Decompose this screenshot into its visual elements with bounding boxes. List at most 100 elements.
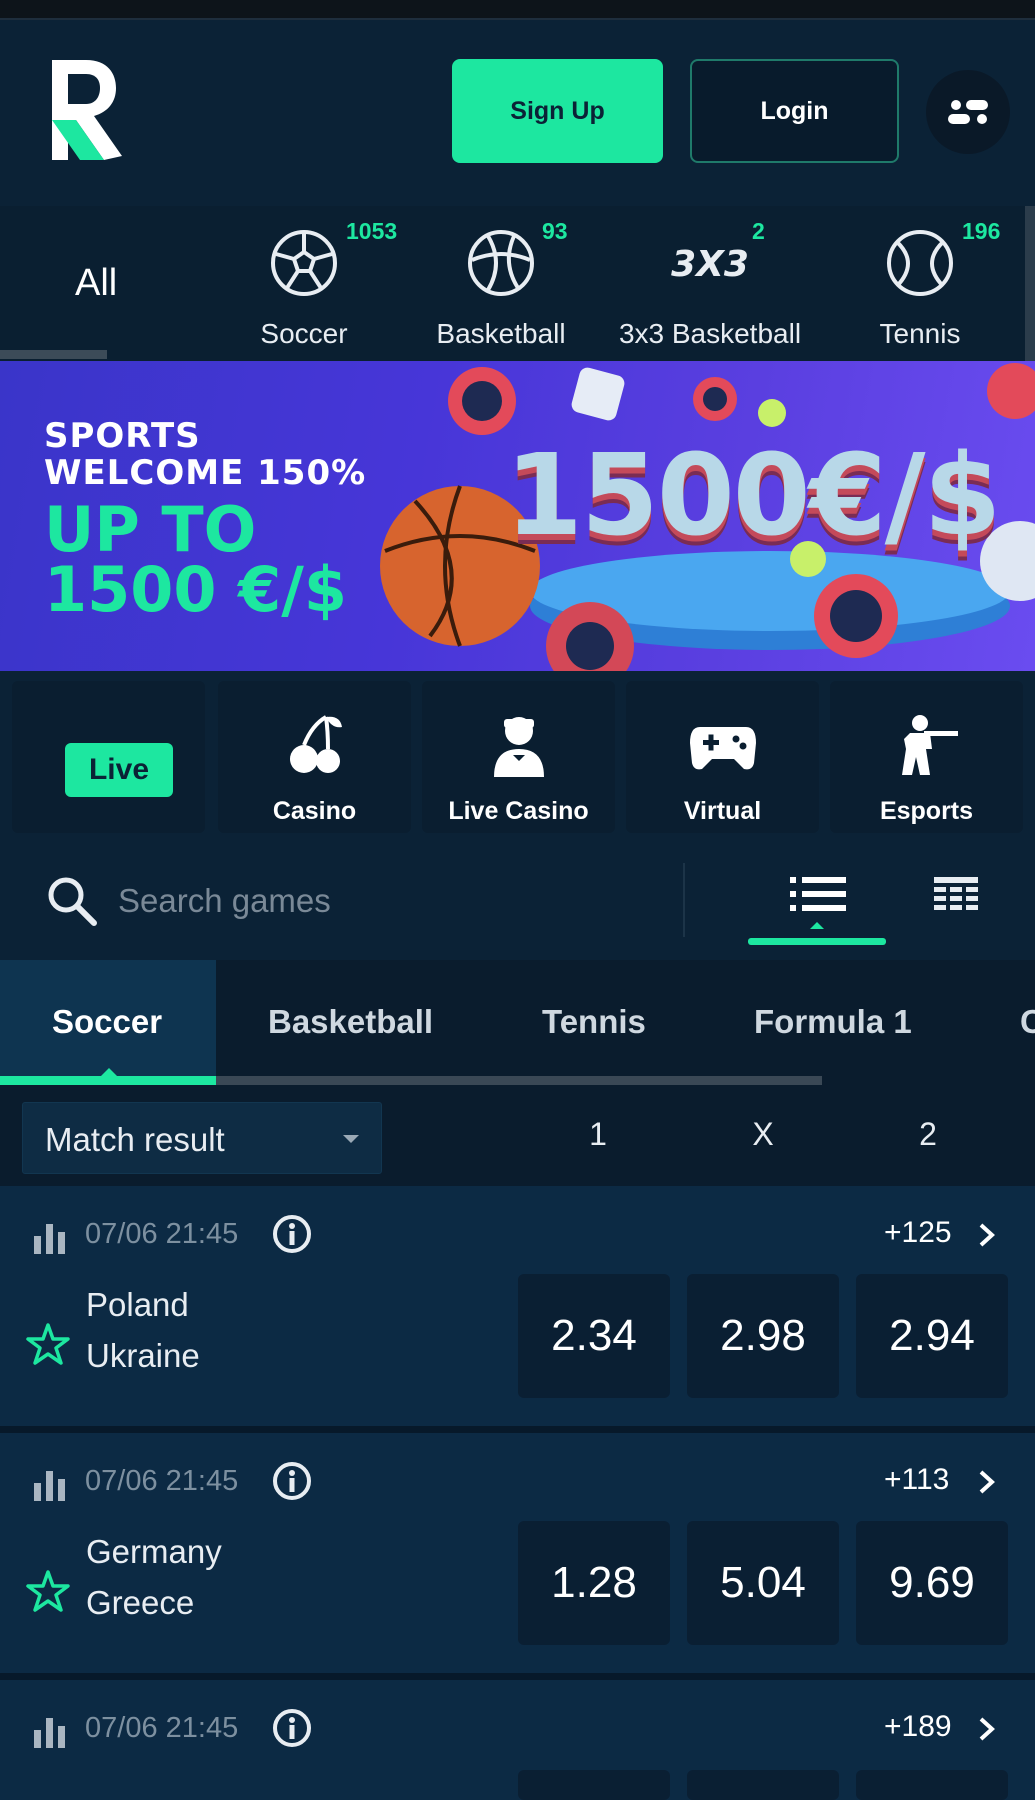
tab-partial[interactable]: C	[1020, 960, 1035, 1076]
sports-nav-soccer-count: 1053	[346, 218, 398, 244]
stats-icon[interactable]	[33, 1714, 67, 1748]
category-live[interactable]: Live	[12, 681, 205, 833]
category-live-casino[interactable]: Live Casino	[422, 681, 615, 833]
info-icon[interactable]	[272, 1461, 312, 1501]
search-input[interactable]	[118, 869, 678, 933]
banner-offer-2: 1500 €/$	[44, 553, 348, 626]
category-esports[interactable]: Esports	[830, 681, 1023, 833]
category-live-casino-label: Live Casino	[448, 797, 589, 825]
sports-nav-basketball[interactable]: 93 Basketball	[418, 206, 584, 361]
brand-logo-icon[interactable]	[46, 60, 122, 160]
list-view-toggle[interactable]	[748, 865, 886, 945]
match-time: 07/06 21:45	[85, 1712, 239, 1744]
sports-nav-all-label: All	[75, 262, 118, 304]
sports-nav-3x3-basketball-count: 2	[752, 218, 765, 244]
tab-basketball[interactable]: Basketball	[268, 960, 433, 1076]
match-separator	[0, 1673, 1035, 1680]
match-time: 07/06 21:45	[85, 1465, 239, 1497]
category-virtual[interactable]: Virtual	[626, 681, 819, 833]
more-markets-count[interactable]: +125	[884, 1216, 952, 1250]
market-select[interactable]: Match result	[22, 1102, 382, 1174]
tab-active-indicator	[0, 1076, 216, 1085]
info-icon[interactable]	[272, 1214, 312, 1254]
chevron-right-icon[interactable]	[977, 1223, 997, 1247]
chevron-down-icon	[343, 1135, 359, 1143]
sports-nav-soccer[interactable]: 1053 Soccer	[218, 206, 397, 361]
tab-active-caret	[100, 1068, 118, 1077]
match-row[interactable]: 07/06 21:45 +125 Poland Ukraine 2.34 2.9…	[0, 1186, 1035, 1426]
sports-nav-basketball-count: 93	[542, 218, 568, 244]
odds-away-button[interactable]: 2.94	[856, 1274, 1008, 1398]
category-casino-label: Casino	[272, 797, 357, 825]
match-row[interactable]: 07/06 21:45 +189	[0, 1680, 1035, 1800]
sport-tabs: Soccer Basketball Tennis Formula 1 C	[0, 960, 1035, 1086]
odds-home-button[interactable]: 1.28	[518, 1521, 670, 1645]
soldier-icon	[901, 715, 958, 775]
sports-nav-tennis[interactable]: 196 Tennis	[854, 206, 1001, 361]
sports-nav: All 1053 Soccer 93 Basketball 3X3 2 3x3 …	[0, 206, 1035, 361]
header: Sign Up Login	[0, 20, 1035, 206]
sports-nav-tennis-count: 196	[962, 218, 1001, 244]
more-markets-count[interactable]: +189	[884, 1710, 952, 1744]
stats-icon[interactable]	[33, 1220, 67, 1254]
sports-nav-all[interactable]: All	[0, 206, 196, 361]
more-markets-count[interactable]: +113	[884, 1463, 949, 1497]
odds-home-button[interactable]: 2.34	[518, 1274, 670, 1398]
chevron-right-icon[interactable]	[977, 1470, 997, 1494]
category-casino[interactable]: Casino	[218, 681, 411, 833]
banner-headline-2: WELCOME 150%	[44, 453, 367, 493]
match-time: 07/06 21:45	[85, 1218, 239, 1250]
odds-draw-button[interactable]	[687, 1770, 839, 1800]
soccer-ball-icon	[271, 230, 337, 296]
sports-nav-tennis-label: Tennis	[879, 318, 961, 349]
sports-nav-3x3-basketball[interactable]: 3X3 2 3x3 Basketball	[606, 206, 814, 361]
market-header: Match result 1 X 2	[0, 1086, 1035, 1186]
odds-draw-button[interactable]: 5.04	[687, 1521, 839, 1645]
svg-text:3X3: 3X3	[671, 244, 749, 285]
sports-nav-basketball-label: Basketball	[436, 318, 566, 349]
tab-tennis[interactable]: Tennis	[542, 960, 646, 1076]
odds-away-button[interactable]	[856, 1770, 1008, 1800]
list-view-icon	[790, 877, 846, 929]
favorite-star-icon[interactable]	[26, 1569, 70, 1613]
favorite-star-icon[interactable]	[26, 1322, 70, 1366]
odds-home-button[interactable]	[518, 1770, 670, 1800]
away-team: Greece	[86, 1584, 195, 1621]
grid-view-toggle[interactable]	[910, 865, 1002, 945]
column-away: 2	[919, 1116, 937, 1152]
match-separator	[0, 1426, 1035, 1433]
sports-nav-soccer-label: Soccer	[260, 318, 348, 349]
match-row[interactable]: 07/06 21:45 +113 Germany Greece 1.28 5.0…	[0, 1433, 1035, 1673]
odds-draw-button[interactable]: 2.98	[687, 1274, 839, 1398]
search-icon[interactable]	[44, 873, 100, 929]
menu-toggle-icon	[948, 100, 988, 124]
odds-away-button[interactable]: 9.69	[856, 1521, 1008, 1645]
banner-amount: 1500€/$	[505, 431, 1001, 561]
category-row: Live Casino Live Casino Virtual Esports	[0, 671, 1035, 843]
home-team: Germany	[86, 1533, 222, 1570]
category-virtual-label: Virtual	[683, 797, 762, 825]
search-divider	[683, 863, 685, 937]
menu-button[interactable]	[926, 70, 1010, 154]
home-team: Poland	[86, 1286, 189, 1323]
category-esports-label: Esports	[879, 797, 974, 825]
info-icon[interactable]	[272, 1708, 312, 1748]
status-strip	[0, 0, 1035, 20]
chevron-right-icon[interactable]	[977, 1717, 997, 1741]
promo-banner[interactable]: SPORTS WELCOME 150% UP TO 1500 €/$ 1500€…	[0, 361, 1035, 671]
dealer-icon	[493, 717, 544, 777]
tab-formula-1[interactable]: Formula 1	[754, 960, 912, 1076]
live-badge: Live	[65, 743, 173, 797]
sports-nav-3x3-basketball-label: 3x3 Basketball	[618, 318, 802, 349]
sports-nav-scroll-indicator	[0, 350, 107, 359]
login-button[interactable]: Login	[690, 59, 899, 163]
sign-up-button[interactable]: Sign Up	[452, 59, 663, 163]
banner-headline-1: SPORTS	[44, 416, 201, 456]
column-draw: X	[752, 1116, 774, 1152]
cherries-icon	[289, 715, 342, 773]
stats-icon[interactable]	[33, 1467, 67, 1501]
market-select-value: Match result	[45, 1121, 225, 1158]
tab-soccer[interactable]: Soccer	[0, 960, 216, 1076]
gamepad-icon	[689, 727, 756, 770]
tennis-ball-icon	[887, 230, 953, 296]
